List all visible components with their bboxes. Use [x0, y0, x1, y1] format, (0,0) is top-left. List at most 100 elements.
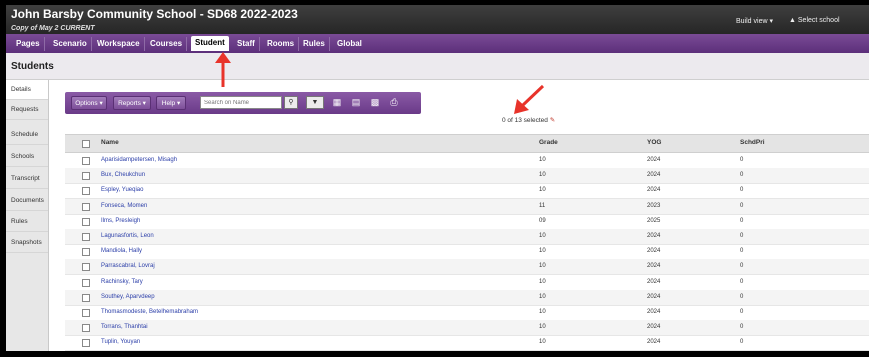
table-row[interactable]: Aparisidampetersen, Misagh 10 2024 0: [65, 153, 869, 169]
magnifier-icon: ⚲: [288, 99, 294, 106]
grade-cell: 10: [539, 324, 546, 331]
eraser-icon[interactable]: ✎: [550, 117, 555, 124]
list-view-icon[interactable]: ▦: [330, 96, 344, 109]
row-checkbox[interactable]: [82, 339, 90, 348]
column-grade[interactable]: Grade: [539, 139, 558, 146]
table-row[interactable]: Rachinsky, Tary 10 2024 0: [65, 275, 869, 291]
tab-global[interactable]: Global: [333, 37, 366, 51]
table-row[interactable]: Ilms, Presleigh 09 2025 0: [65, 214, 869, 230]
student-name-link[interactable]: Ilms, Presleigh: [101, 218, 140, 224]
row-checkbox[interactable]: [82, 187, 90, 196]
chart-icon[interactable]: ▩: [368, 96, 382, 109]
student-name-link[interactable]: Rachinsky, Tary: [101, 279, 143, 285]
row-checkbox[interactable]: [82, 263, 90, 272]
schdpri-cell: 0: [740, 293, 744, 300]
tab-workspace[interactable]: Workspace: [93, 37, 145, 51]
reports-button[interactable]: Reports ▾: [113, 96, 151, 110]
build-view-menu[interactable]: Build view ▾: [736, 17, 773, 25]
table-row[interactable]: Espley, Yueqiao 10 2024 0: [65, 183, 869, 200]
yog-cell: 2025: [647, 217, 661, 224]
print-icon[interactable]: ⎙: [387, 96, 401, 109]
table-row[interactable]: Fonseca, Momen 11 2023 0: [65, 198, 869, 215]
side-item-rules[interactable]: Rules: [6, 212, 48, 232]
tab-scenario[interactable]: Scenario: [49, 37, 92, 51]
row-checkbox[interactable]: [82, 278, 90, 287]
student-name-link[interactable]: Fonseca, Momen: [101, 203, 147, 209]
student-name-link[interactable]: Espley, Yueqiao: [101, 187, 143, 193]
filter-icon: ▼: [311, 99, 319, 106]
grade-cell: 10: [539, 278, 546, 285]
detail-view-icon[interactable]: ▤: [349, 96, 363, 109]
schdpri-cell: 0: [740, 233, 744, 239]
select-school-menu[interactable]: ▲ Select school: [789, 17, 840, 24]
tab-rooms[interactable]: Rooms: [263, 37, 300, 51]
side-item-schedule[interactable]: Schedule: [6, 125, 48, 145]
yog-cell: 2024: [647, 263, 661, 270]
search-input[interactable]: [200, 96, 282, 109]
yog-cell: 2024: [647, 233, 661, 239]
tab-rules[interactable]: Rules: [299, 37, 330, 51]
table-row[interactable]: Southey, Aparvdeep 10 2024 0: [65, 289, 869, 306]
help-button[interactable]: Help ▾: [156, 96, 186, 110]
row-checkbox[interactable]: [82, 217, 90, 226]
yog-cell: 2024: [647, 293, 661, 300]
student-name-link[interactable]: Thomasmodeste, Betelhemabraham: [101, 309, 198, 315]
student-name-link[interactable]: Aparisidampetersen, Misagh: [101, 157, 177, 163]
page-title-bar: Students: [6, 53, 869, 80]
table-row[interactable]: Torrans, Thanhtai 10 2024 0: [65, 320, 869, 337]
table-row[interactable]: Thomasmodeste, Betelhemabraham 10 2024 0: [65, 305, 869, 321]
tab-student[interactable]: Student: [191, 36, 229, 51]
student-name-link[interactable]: Mandiola, Hally: [101, 248, 142, 254]
student-name-link[interactable]: Torrans, Thanhtai: [101, 324, 148, 330]
table-row[interactable]: Lagunasfortis, Leon 10 2024 0: [65, 229, 869, 245]
side-item-schools[interactable]: Schools: [6, 147, 48, 167]
row-checkbox[interactable]: [82, 324, 90, 333]
row-checkbox[interactable]: [82, 248, 90, 257]
selection-count: 0 of 13 selected ✎: [502, 116, 555, 124]
select-all-checkbox[interactable]: [82, 140, 90, 148]
student-name-link[interactable]: Tuplin, Youyan: [101, 339, 140, 345]
student-name-link[interactable]: Parrascabral, Lovraj: [101, 263, 155, 269]
school-title: John Barsby Community School - SD68 2022…: [11, 7, 298, 21]
schdpri-cell: 0: [740, 324, 744, 331]
row-checkbox[interactable]: [82, 293, 90, 302]
grade-cell: 10: [539, 339, 546, 346]
list-toolbar: Options ▾ Reports ▾ Help ▾ ⚲ ▼ ▦ ▤ ▩ ⎙: [65, 92, 421, 114]
row-checkbox[interactable]: [82, 202, 90, 211]
row-checkbox[interactable]: [82, 172, 90, 181]
yog-cell: 2024: [647, 324, 661, 331]
column-name[interactable]: Name: [101, 139, 119, 146]
grade-cell: 11: [539, 202, 546, 209]
table-header: Name Grade YOG SchdPri: [65, 134, 869, 153]
student-name-link[interactable]: Southey, Aparvdeep: [101, 294, 155, 300]
column-yog[interactable]: YOG: [647, 139, 661, 146]
grade-cell: 10: [539, 263, 546, 270]
row-checkbox[interactable]: [82, 309, 90, 317]
student-name-link[interactable]: Bux, Cheukchun: [101, 172, 145, 178]
side-item-transcript[interactable]: Transcript: [6, 169, 48, 189]
yog-cell: 2024: [647, 157, 661, 163]
side-item-requests[interactable]: Requests: [6, 100, 48, 120]
row-checkbox[interactable]: [82, 157, 90, 165]
tab-staff[interactable]: Staff: [233, 37, 260, 51]
schdpri-cell: 0: [740, 157, 744, 163]
side-item-snapshots[interactable]: Snapshots: [6, 233, 48, 253]
table-row[interactable]: Mandiola, Hally 10 2024 0: [65, 244, 869, 261]
student-name-link[interactable]: Lagunasfortis, Leon: [101, 233, 154, 239]
column-schdpri[interactable]: SchdPri: [740, 139, 765, 146]
grade-cell: 10: [539, 187, 546, 194]
schdpri-cell: 0: [740, 172, 744, 179]
tab-pages[interactable]: Pages: [12, 37, 45, 51]
bell-icon: ▲: [789, 17, 796, 24]
options-button[interactable]: Options ▾: [71, 96, 107, 110]
side-item-details[interactable]: Details: [6, 80, 48, 100]
table-row[interactable]: Parrascabral, Lovraj 10 2024 0: [65, 259, 869, 276]
tab-courses[interactable]: Courses: [146, 37, 188, 51]
filter-button[interactable]: ▼: [306, 96, 324, 109]
row-checkbox[interactable]: [82, 233, 90, 241]
table-row[interactable]: Bux, Cheukchun 10 2024 0: [65, 168, 869, 185]
side-item-documents[interactable]: Documents: [6, 191, 48, 211]
schdpri-cell: 0: [740, 217, 744, 224]
table-row[interactable]: Tuplin, Youyan 10 2024 0: [65, 335, 869, 351]
search-button[interactable]: ⚲: [284, 96, 298, 109]
